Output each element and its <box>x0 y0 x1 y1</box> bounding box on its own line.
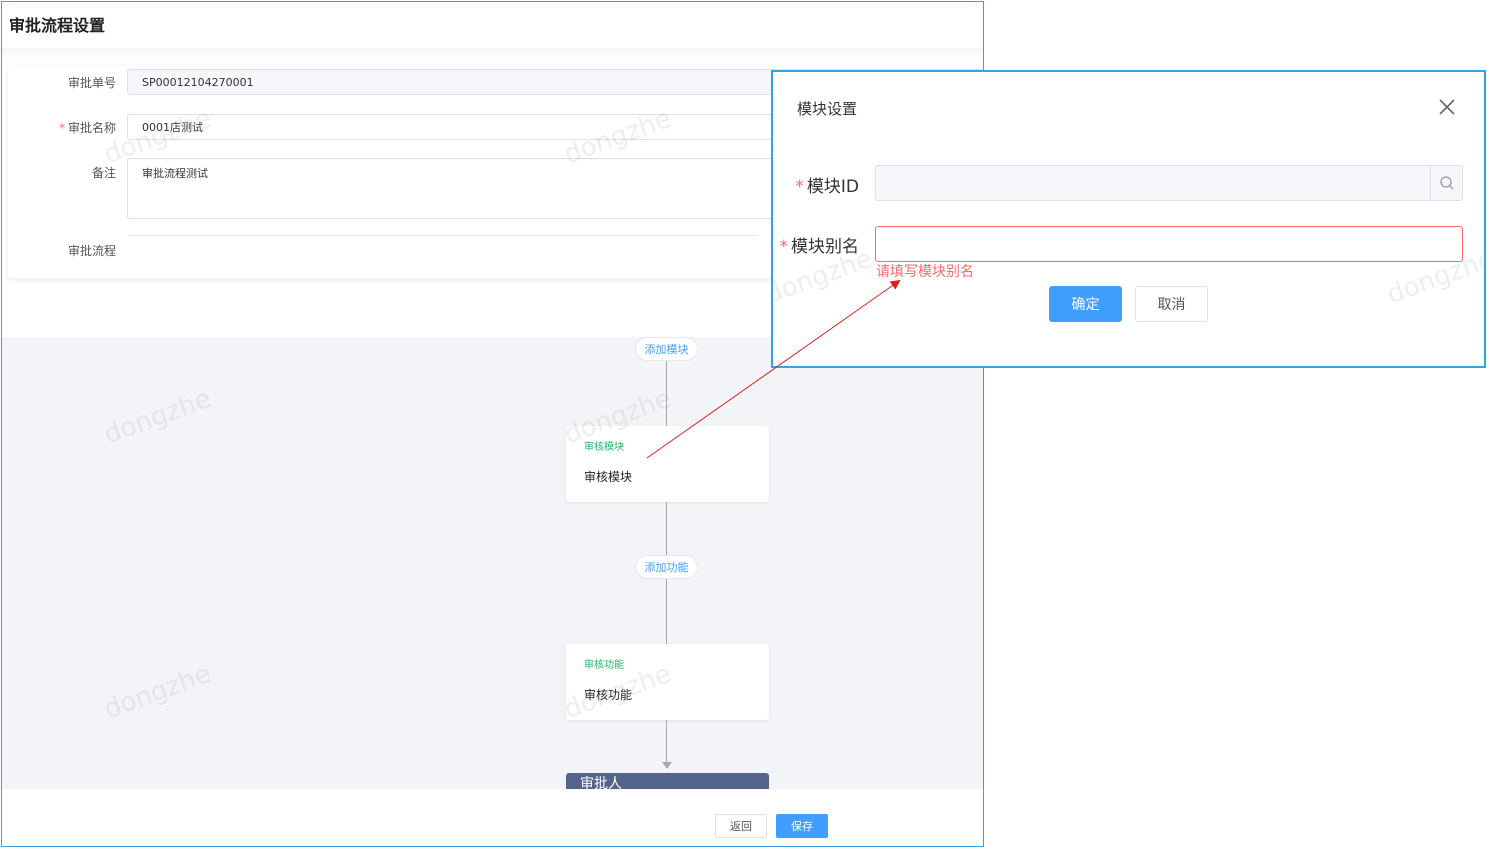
module-node-name: 审核模块 <box>584 470 633 484</box>
module-node[interactable]: 审核模块 审核模块 <box>566 426 769 502</box>
module-alias-label: * 模块别名 <box>779 237 860 257</box>
remark-label: 备注 <box>91 166 116 180</box>
function-node[interactable]: 审核功能 审核功能 <box>566 644 769 720</box>
dialog-title: 模块设置 <box>797 100 858 118</box>
function-node-tag: 审核功能 <box>584 660 624 671</box>
back-button[interactable]: 返回 <box>715 814 767 838</box>
module-id-field[interactable] <box>875 165 1463 201</box>
flow-divider <box>128 235 758 236</box>
connector-line <box>666 357 667 427</box>
name-label: * 审批名称 <box>58 121 116 135</box>
module-node-tag: 审核模块 <box>584 442 624 453</box>
arrow-down-icon <box>662 762 672 769</box>
module-id-label: * 模块ID <box>795 177 859 197</box>
close-icon[interactable] <box>1437 97 1457 117</box>
add-function-button[interactable]: 添加功能 <box>635 555 698 579</box>
search-icon[interactable] <box>1430 166 1462 200</box>
flow-canvas: 添加模块 审核模块 审核模块 添加功能 审核功能 审核功能 审批人 <box>2 337 983 789</box>
title-divider <box>2 48 983 60</box>
module-alias-error: 请填写模块别名 <box>876 264 974 280</box>
page-title: 审批流程设置 <box>9 16 106 35</box>
approver-node[interactable]: 审批人 <box>566 773 769 789</box>
save-button[interactable]: 保存 <box>776 814 828 838</box>
function-node-name: 审核功能 <box>584 688 633 702</box>
module-alias-field[interactable] <box>875 226 1463 262</box>
connector-line <box>666 720 667 764</box>
cancel-button[interactable]: 取消 <box>1135 286 1208 322</box>
add-module-button[interactable]: 添加模块 <box>635 337 698 361</box>
module-settings-dialog: 模块设置 * 模块ID * 模块别名 请填写模块别名 确定 取消 dongzhe d… <box>771 70 1486 368</box>
order-no-label: 审批单号 <box>67 76 116 90</box>
ok-button[interactable]: 确定 <box>1049 286 1122 322</box>
flow-label: 审批流程 <box>67 244 116 258</box>
